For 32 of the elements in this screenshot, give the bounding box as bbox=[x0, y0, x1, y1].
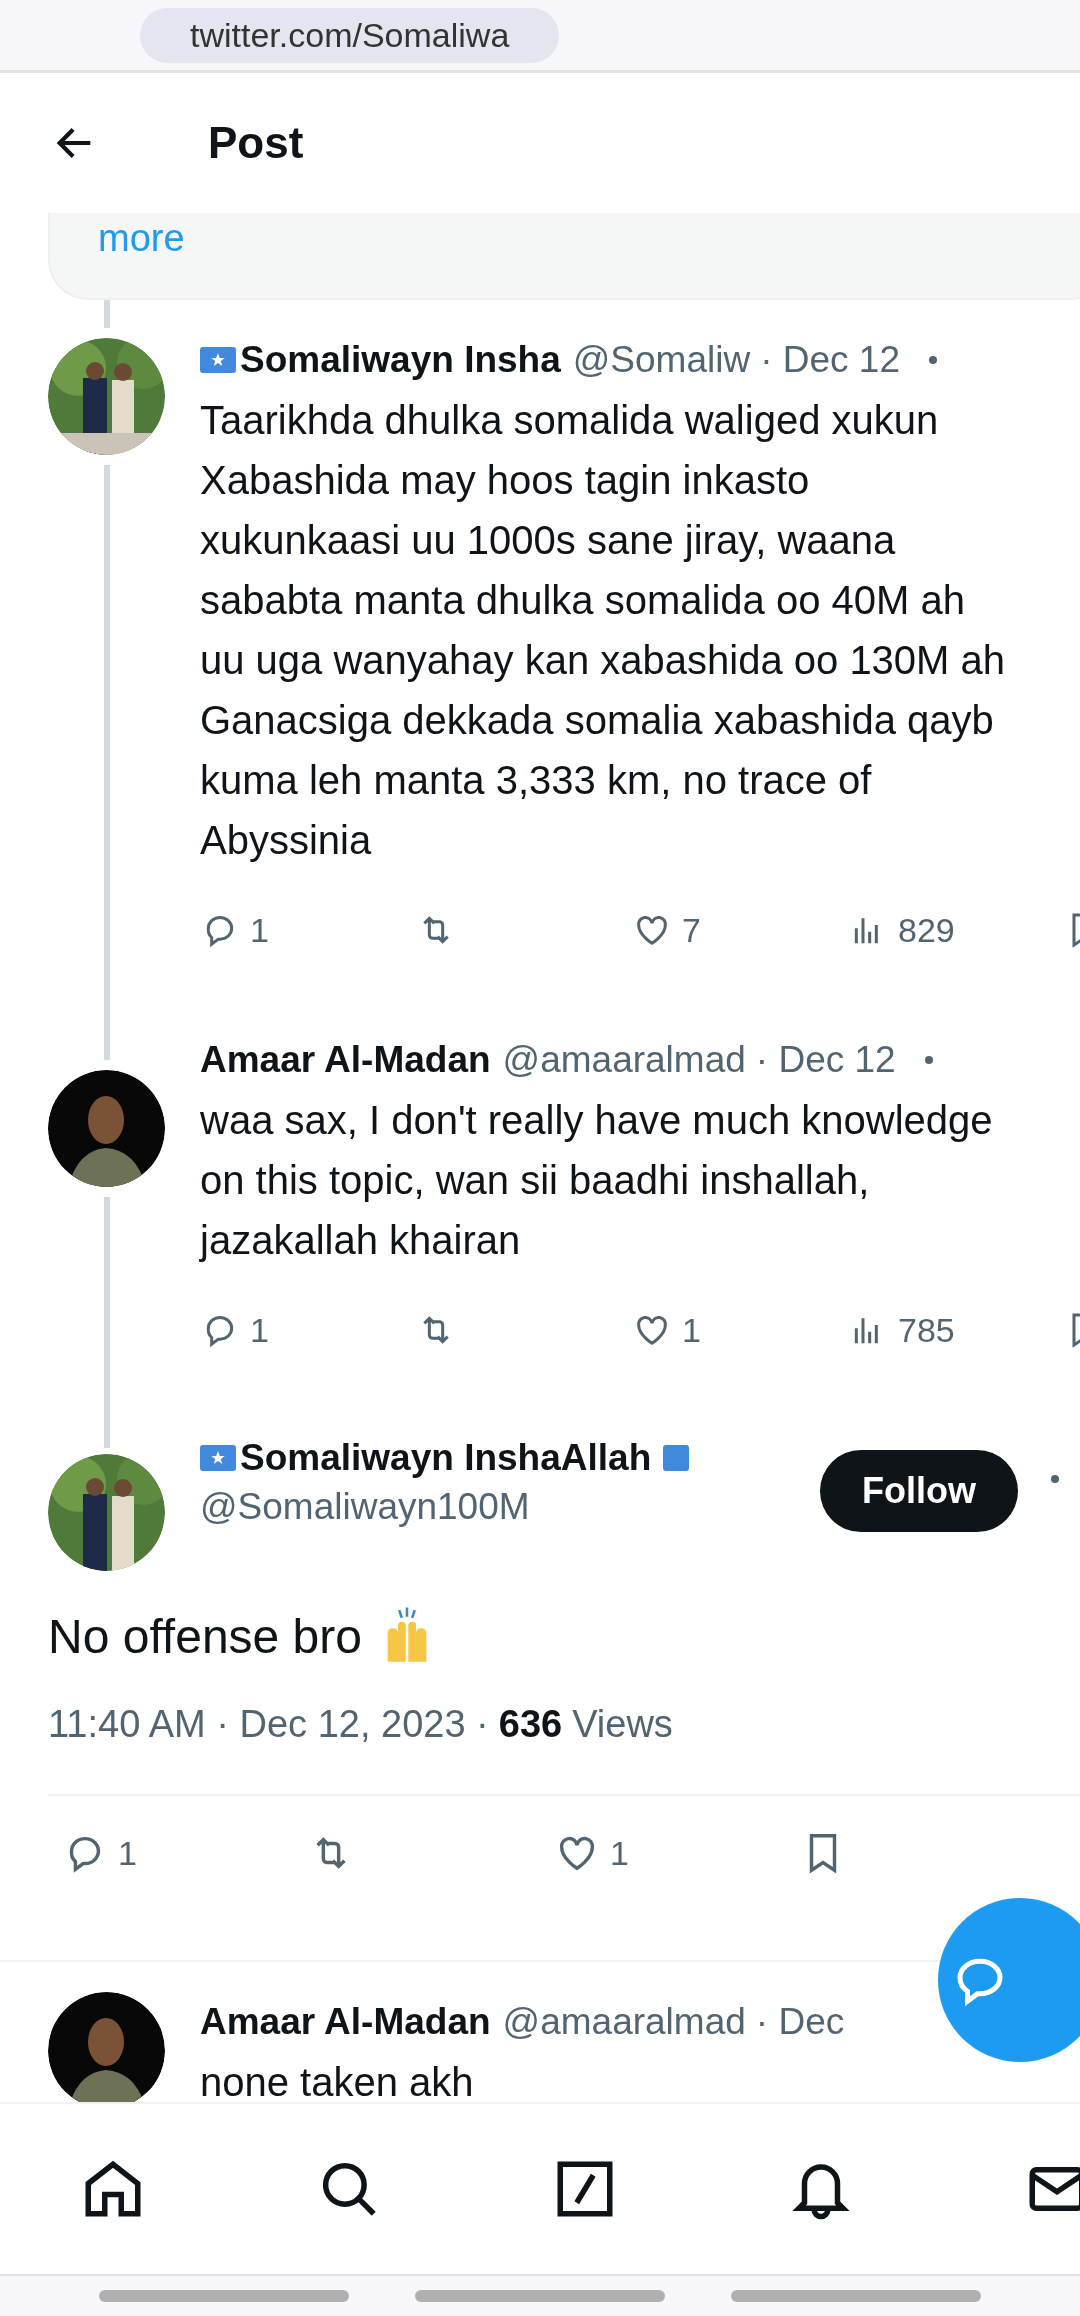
author-name[interactable]: Somaliwayn InshaAllah bbox=[240, 1437, 652, 1479]
reply-count: 1 bbox=[250, 1310, 269, 1350]
post-date: · Dec 12 bbox=[760, 339, 900, 381]
reply-text: Taarikhda dhulka somalida waliged xukun Xabashida may hoos tagin inkasto xukunkaasi uu 1000s sane jiray, waana sababta manta dhulka somalida oo 40M ah uu uga wanyahay kan xabashida oo 130M ah Ganacsiga dekkada somalia xabashida qayb kuma leh manta 3,333 km, no trace of Abyssinia bbox=[200, 397, 1007, 864]
view-count: 636 bbox=[498, 1703, 563, 1746]
post-date: · Dec 12 bbox=[755, 1039, 896, 1081]
view-count: 785 bbox=[898, 1310, 955, 1350]
author-handle[interactable]: @Somaliw bbox=[572, 339, 751, 381]
like-count: 1 bbox=[610, 1833, 629, 1873]
post-text: No offense bro bbox=[48, 1608, 362, 1664]
more-icon[interactable] bbox=[928, 355, 938, 365]
author-handle[interactable]: @Somaliwayn100M bbox=[200, 1486, 790, 1528]
like-count: 1 bbox=[682, 1310, 701, 1350]
views-label: Views bbox=[572, 1703, 673, 1746]
follow-button[interactable]: Follow bbox=[820, 1450, 1018, 1532]
reply-text: none taken akh bbox=[200, 2059, 475, 2102]
reply-count: 1 bbox=[250, 910, 269, 950]
reply-text: waa sax, I don't really have much knowledge on this topic, wan sii baadhi inshallah, jazakallah khairan bbox=[200, 1097, 994, 1264]
author-name[interactable]: Amaar Al-Madan bbox=[200, 2001, 491, 2043]
page-title: Post bbox=[208, 118, 304, 168]
like-count: 7 bbox=[682, 910, 701, 950]
more-icon[interactable] bbox=[1050, 1474, 1060, 1484]
more-icon[interactable] bbox=[923, 1055, 934, 1065]
author-name[interactable]: Amaar Al-Madan bbox=[200, 1039, 491, 1081]
author-name[interactable]: Somaliwayn Insha bbox=[240, 339, 561, 381]
post-timestamp: 11:40 AM · Dec 12, 2023 · bbox=[48, 1703, 489, 1746]
author-handle[interactable]: @amaaralmad bbox=[502, 1039, 746, 1081]
view-count: 829 bbox=[898, 910, 955, 950]
post-date: · Dec bbox=[755, 2001, 845, 2043]
url-field[interactable]: twitter.com/Somaliwa bbox=[140, 7, 560, 63]
reply-count: 1 bbox=[118, 1833, 137, 1873]
author-handle[interactable]: @amaaralmad bbox=[502, 2001, 746, 2043]
